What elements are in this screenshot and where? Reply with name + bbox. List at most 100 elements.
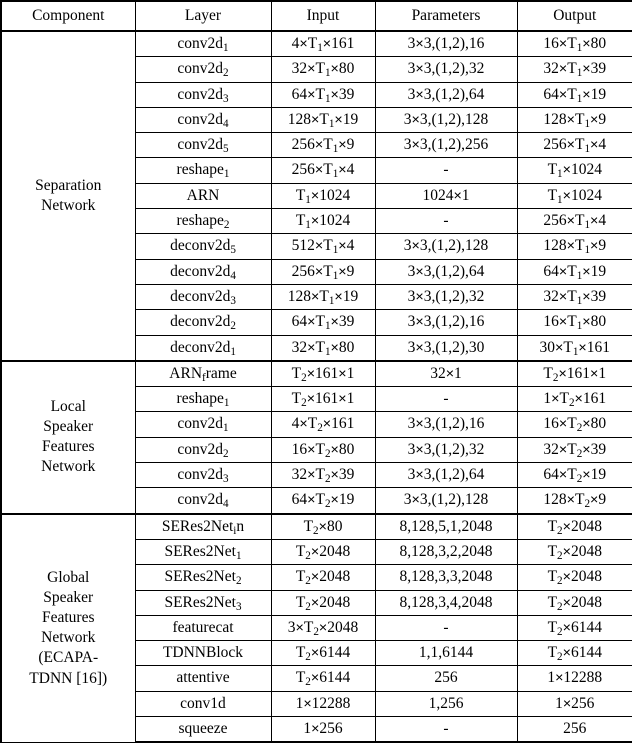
output-cell: 16×T1×80 [516,309,632,336]
output-cell: 1×T2×161 [516,386,632,413]
input-cell: 256×T1×9 [270,132,376,159]
table-row: Separation Network conv2d1 4×T1×161 3×3,(1,2… [0,30,632,362]
input-cell: T1×1024 [270,182,376,210]
parameters-cell: 1024×1 [374,182,518,210]
component-label-line: Speaker [43,418,94,436]
input-cell: 256×T1×9 [270,258,376,285]
parameters-cell: 3×3,(1,2),32 [374,56,518,83]
layer-cell: deconv2d1 [134,334,272,362]
input-cell: 512×T1×4 [270,233,376,260]
component-cell: Separation Network [0,30,136,362]
input-cell: 32×T2×39 [270,462,376,489]
component-label-line: TDNN [16]) [29,669,108,687]
output-cell: 32×T2×39 [516,436,632,464]
parameters-cell: 32×1 [374,359,518,388]
table-row: Local Speaker Features Network ARNframe T2×16… [0,359,632,515]
output-cell: T2×2048 [516,538,632,566]
layer-cell: deconv2d4 [134,258,272,285]
input-cell: 3×T2×2048 [270,614,376,642]
input-cell: 1×12288 [270,690,376,718]
column-header-output: Output [516,0,632,32]
input-cell: T2×2048 [270,589,376,616]
output-cell: 64×T2×19 [516,462,632,489]
input-cell: T2×2048 [270,564,376,591]
parameters-cell: 256 [374,665,518,692]
input-cell: 4×T2×161 [270,411,376,438]
column-header-input: Input [270,0,376,32]
component-label-line: Separation [35,176,102,194]
parameters-cell: - [374,386,518,413]
component-label-line: Speaker [43,588,94,606]
output-cell: 1×12288 [516,665,632,692]
table-header: Component Layer Input Parameters Output [0,0,632,32]
parameters-cell: 3×3,(1,2),128 [374,106,518,134]
output-cell: 30×T1×161 [516,334,632,362]
input-cell: T2×161×1 [270,359,376,388]
component-cell: Global Speaker Features Network (ECAPA- TDNN … [0,512,136,743]
layer-cell: deconv2d2 [134,309,272,336]
parameters-cell: 3×3,(1,2),128 [374,487,518,515]
layer-cell: ARNframe [134,359,272,388]
component-cell: Local Speaker Features Network [0,359,136,515]
component-label-line: Network [41,196,96,214]
layer-cell: conv2d4 [134,487,272,515]
layer-cell: SERes2Net1 [134,538,272,566]
parameters-cell: - [374,614,518,642]
layer-cell: conv1d [134,690,272,718]
table-body: Separation Network conv2d1 4×T1×161 3×3,(1,2… [0,30,632,743]
output-cell: T2×2048 [516,589,632,616]
component-label-line: Features [41,438,95,456]
output-cell: 16×T2×80 [516,411,632,438]
layer-cell: deconv2d5 [134,233,272,260]
layer-cell: reshape2 [134,208,272,235]
layer-cell: conv2d1 [134,30,272,58]
layer-cell: conv2d2 [134,436,272,464]
layer-cell: conv2d5 [134,132,272,159]
parameters-cell: 3×3,(1,2),64 [374,81,518,108]
input-cell: 128×T1×19 [270,283,376,311]
input-cell: T2×6144 [270,665,376,692]
layer-cell: conv2d1 [134,411,272,438]
table-row: Global Speaker Features Network (ECAPA- TDNN … [0,512,632,743]
layer-cell: reshape1 [134,157,272,184]
input-cell: 32×T1×80 [270,56,376,83]
output-cell: 32×T1×39 [516,56,632,83]
layer-cell: squeeze [134,716,272,743]
component-label-line: Features [41,609,95,627]
column-header-component: Component [0,0,136,32]
layer-cell: ARN [134,182,272,210]
output-cell: 16×T1×80 [516,30,632,58]
column-header-layer: Layer [134,0,272,32]
table-header-row: Component Layer Input Parameters Output [0,0,632,32]
input-cell: 32×T1×80 [270,334,376,362]
parameters-cell: 1,256 [374,690,518,718]
parameters-cell: 3×3,(1,2),64 [374,462,518,489]
output-cell: T1×1024 [516,157,632,184]
input-cell: T2×80 [270,512,376,540]
layer-cell: reshape1 [134,386,272,413]
layer-cell: conv2d3 [134,81,272,108]
layer-cell: TDNNBlock [134,640,272,667]
layer-cell: conv2d4 [134,106,272,134]
input-cell: 256×T1×4 [270,157,376,184]
input-cell: 128×T1×19 [270,106,376,134]
output-cell: 64×T1×19 [516,258,632,285]
parameters-cell: 3×3,(1,2),16 [374,309,518,336]
input-cell: T2×2048 [270,538,376,566]
column-header-parameters: Parameters [374,0,518,32]
parameters-cell: - [374,716,518,743]
layer-cell: deconv2d3 [134,283,272,311]
output-cell: 32×T1×39 [516,283,632,311]
parameters-cell: 3×3,(1,2),16 [374,30,518,58]
input-cell: T2×6144 [270,640,376,667]
parameters-cell: 8,128,3,3,2048 [374,564,518,591]
output-cell: 256×T1×4 [516,132,632,159]
component-label-line: Global [47,568,90,586]
layer-cell: conv2d3 [134,462,272,489]
parameters-cell: 8,128,5,1,2048 [374,512,518,540]
input-cell: T2×161×1 [270,386,376,413]
parameters-cell: 3×3,(1,2),30 [374,334,518,362]
output-cell: 64×T1×19 [516,81,632,108]
parameters-cell: 3×3,(1,2),256 [374,132,518,159]
component-label-line: Network [41,458,96,476]
